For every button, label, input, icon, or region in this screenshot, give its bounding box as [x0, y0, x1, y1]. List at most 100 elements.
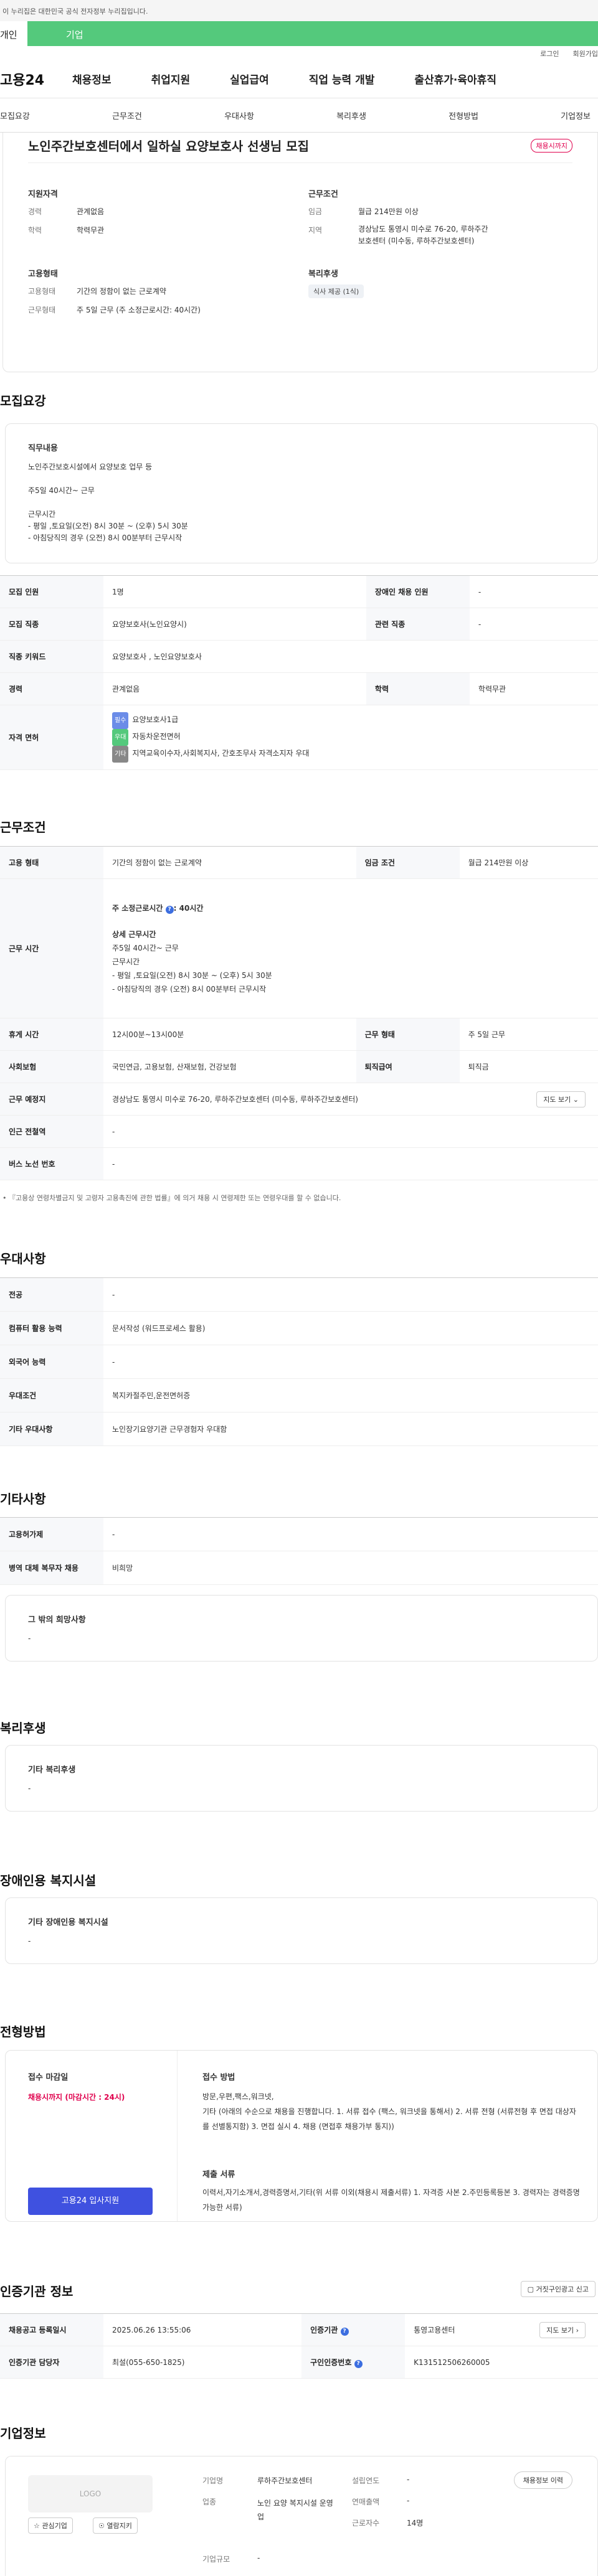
wc-hours-line: 주5일 40시간~ 근무	[112, 943, 179, 952]
company-card: LOGO ☆ 관심기업 ☉ 열람지키 기업명 루하주간보호센터 업종 노인 요양…	[5, 2456, 598, 2576]
anchor-prefer[interactable]: 우대사항	[224, 110, 254, 121]
job-value: 요양보호사(노인요양시)	[103, 608, 366, 641]
deadline-value: 채용시까지 (마감시간 : 24시)	[28, 2093, 125, 2102]
cond-heading: 근무조건	[308, 190, 338, 199]
anchor-workcond[interactable]: 근무조건	[112, 110, 142, 121]
anchor-recruit[interactable]: 모집요강	[0, 110, 30, 121]
site-logo[interactable]: 고용24	[0, 69, 72, 89]
apply-button[interactable]: 고용24 입사지원	[28, 2188, 153, 2215]
career-row-label: 경력	[0, 672, 103, 705]
qual-heading: 지원자격	[28, 190, 58, 199]
wish-value: -	[28, 1634, 31, 1643]
license-list: 필수 요양보호사1급 우대 자동차운전면허 기타 지역교육이수자,사회복지사, 간호조…	[103, 705, 598, 770]
company-staff-label: 근로자수	[352, 2519, 380, 2527]
cert-manager-label: 인증기관 담당자	[0, 2346, 103, 2379]
cert-table: 채용공고 등록일시 2025.06.26 13:55:06 인증기관 ? 통영고용센터…	[0, 2313, 598, 2379]
edu-row-label: 학력	[366, 672, 470, 705]
emp-heading: 고용형태	[28, 270, 58, 279]
prefer-table: 전공 - 컴퓨터 활용 능력 문서작성 (워드프로세스 활용) 외국어 능력 - 우대…	[0, 1277, 598, 1446]
chevron-right-icon: ›	[576, 2326, 579, 2334]
etc-label: 고용허가제	[0, 1517, 103, 1551]
welfare-chip: 식사 제공 (1식)	[308, 284, 364, 298]
wc-wage-label: 임금 조건	[356, 846, 460, 879]
login-link[interactable]: 로그인	[540, 50, 559, 58]
welfare-card: 기타 복리후생 -	[5, 1745, 598, 1812]
cert-agency-value: 통영고용센터	[414, 2326, 455, 2334]
emp-label: 고용형태	[28, 287, 56, 296]
job-history-button[interactable]: 채용정보 이력	[513, 2471, 572, 2489]
info-icon[interactable]: ?	[165, 905, 174, 914]
cert-heading: 인증기관 정보	[0, 2284, 74, 2299]
wc-bus-value: -	[103, 1147, 598, 1180]
gnb-menu-employment-support[interactable]: 취업지원	[151, 71, 191, 87]
duty-line: 주5일 40시간~ 근무	[28, 486, 95, 495]
doc-icon: ▢	[527, 2285, 534, 2293]
anchor-selection[interactable]: 전형방법	[448, 110, 478, 121]
report-button[interactable]: ▢ 거짓구인광고 신고	[520, 2281, 596, 2297]
docs-value: 이력서,자기소개서,경력증명서,기타(위 서류 이외(채용시 제출서류) 1. …	[202, 2188, 580, 2212]
company-founded-label: 설립연도	[352, 2476, 380, 2485]
agency-map-button[interactable]: 지도 보기 ›	[539, 2322, 586, 2338]
wage-value: 월급 214만원 이상	[358, 207, 419, 216]
info-icon[interactable]: ?	[354, 2359, 363, 2368]
company-heading: 기업정보	[0, 2426, 46, 2441]
prefer-label: 컴퓨터 활용 능력	[0, 1311, 103, 1345]
company-sales-value: -	[407, 2496, 410, 2505]
license-chip: 우대	[112, 729, 129, 746]
welfare-title: 기타 복리후생	[28, 1765, 76, 1775]
welfare-section-heading: 복리후생	[0, 1721, 46, 1736]
map-button-label: 지도 보기	[543, 1096, 571, 1104]
job-title: 노인주간보호센터에서 일하실 요양보호사 선생님 모집	[28, 139, 310, 154]
cert-date-label: 채용공고 등록일시	[0, 2313, 103, 2346]
cert-agency-label: 인증기관 ?	[301, 2313, 406, 2346]
etc-value: 비희망	[103, 1551, 598, 1585]
anchor-company[interactable]: 기업정보	[561, 110, 591, 121]
gnb-menu-vocational-training[interactable]: 직업 능력 개발	[309, 71, 375, 87]
info-icon[interactable]: ?	[340, 2327, 349, 2336]
wc-weekly-value: : 40시간	[173, 903, 204, 913]
disabled-label: 장애인 채용 인원	[366, 575, 470, 608]
cert-id-label: 구인인증번호 ?	[301, 2346, 406, 2379]
disab-heading: 장애인용 복지시설	[0, 1873, 97, 1888]
wc-hours-label: 근무 시간	[0, 878, 103, 1018]
wc-type-value: 주 5일 근무	[459, 1018, 598, 1051]
recruit-heading: 모집요강	[0, 393, 46, 408]
prefer-label: 기타 우대사항	[0, 1412, 103, 1446]
company-scale-label: 기업규모	[202, 2555, 230, 2564]
map-button[interactable]: 지도 보기 ⌄	[536, 1091, 586, 1107]
follow-button[interactable]: ☉ 열람지키	[93, 2517, 138, 2534]
region-value: 경상남도 통영시 미수로 76-20, 루하주간보호센터 (미수동, 루하주간보…	[358, 225, 488, 245]
edu-label: 학력	[28, 226, 42, 235]
prefer-value: 복지카절주민,운전면허증	[103, 1378, 598, 1413]
cert-agency-cell: 통영고용센터 지도 보기 ›	[405, 2313, 598, 2346]
company-scale-value: -	[257, 2554, 260, 2562]
anchor-welfare[interactable]: 복리후생	[336, 110, 366, 121]
wc-hours-line: - 평일 ,토요일(오전) 8시 30분 ~ (오후) 5시 30분	[112, 971, 272, 980]
kw-label: 직종 키워드	[0, 640, 103, 673]
etc-label: 병역 대체 복무자 채용	[0, 1551, 103, 1585]
workcond-table: 고용 형태 기간의 정함이 없는 근로계약 임금 조건 월급 214만원 이상 근무 …	[0, 846, 598, 1180]
fav-company-button[interactable]: ☆ 관심기업	[28, 2517, 73, 2534]
license-text: 자동차운전면허	[132, 732, 181, 741]
company-founded-value: -	[407, 2475, 410, 2484]
wc-severance-label: 퇴직급여	[356, 1050, 460, 1083]
gnb-menu-unemployment-benefit[interactable]: 실업급여	[230, 71, 269, 87]
gnb-menu-parental-leave[interactable]: 출산휴가·육아휴직	[414, 71, 496, 87]
signup-link[interactable]: 회원가입	[573, 50, 598, 58]
duty-line: - 아침당직의 경우 (오전) 8시 00분부터 근무시작	[28, 534, 183, 542]
wc-place-cell: 경상남도 통영시 미수로 76-20, 루하주간보호센터 (미수동, 루하주간보…	[103, 1083, 598, 1116]
wc-subway-label: 인근 전철역	[0, 1115, 103, 1148]
worktype-label: 근무형태	[28, 306, 56, 314]
company-logo: LOGO	[28, 2475, 153, 2513]
section-anchor-tabs: 모집요강 근무조건 우대사항 복리후생 전형방법 기업정보	[0, 98, 598, 133]
wc-hours-cell: 주 소정근로시간 ?: 40시간 상세 근무시간 주5일 40시간~ 근무 근무…	[103, 878, 598, 1018]
career-label: 경력	[28, 207, 42, 216]
wc-detail-title: 상세 근무시간	[112, 929, 156, 939]
prefer-value: 문서작성 (워드프로세스 활용)	[103, 1311, 598, 1345]
tab-personal[interactable]: 개인	[0, 21, 25, 46]
company-staff-value: 14명	[407, 2519, 424, 2527]
tab-company[interactable]: 기업	[27, 21, 598, 46]
gnb-menu-jobs[interactable]: 채용정보	[72, 71, 112, 87]
etc-heading: 기타사항	[0, 1492, 46, 1507]
prefer-value: -	[103, 1277, 598, 1312]
